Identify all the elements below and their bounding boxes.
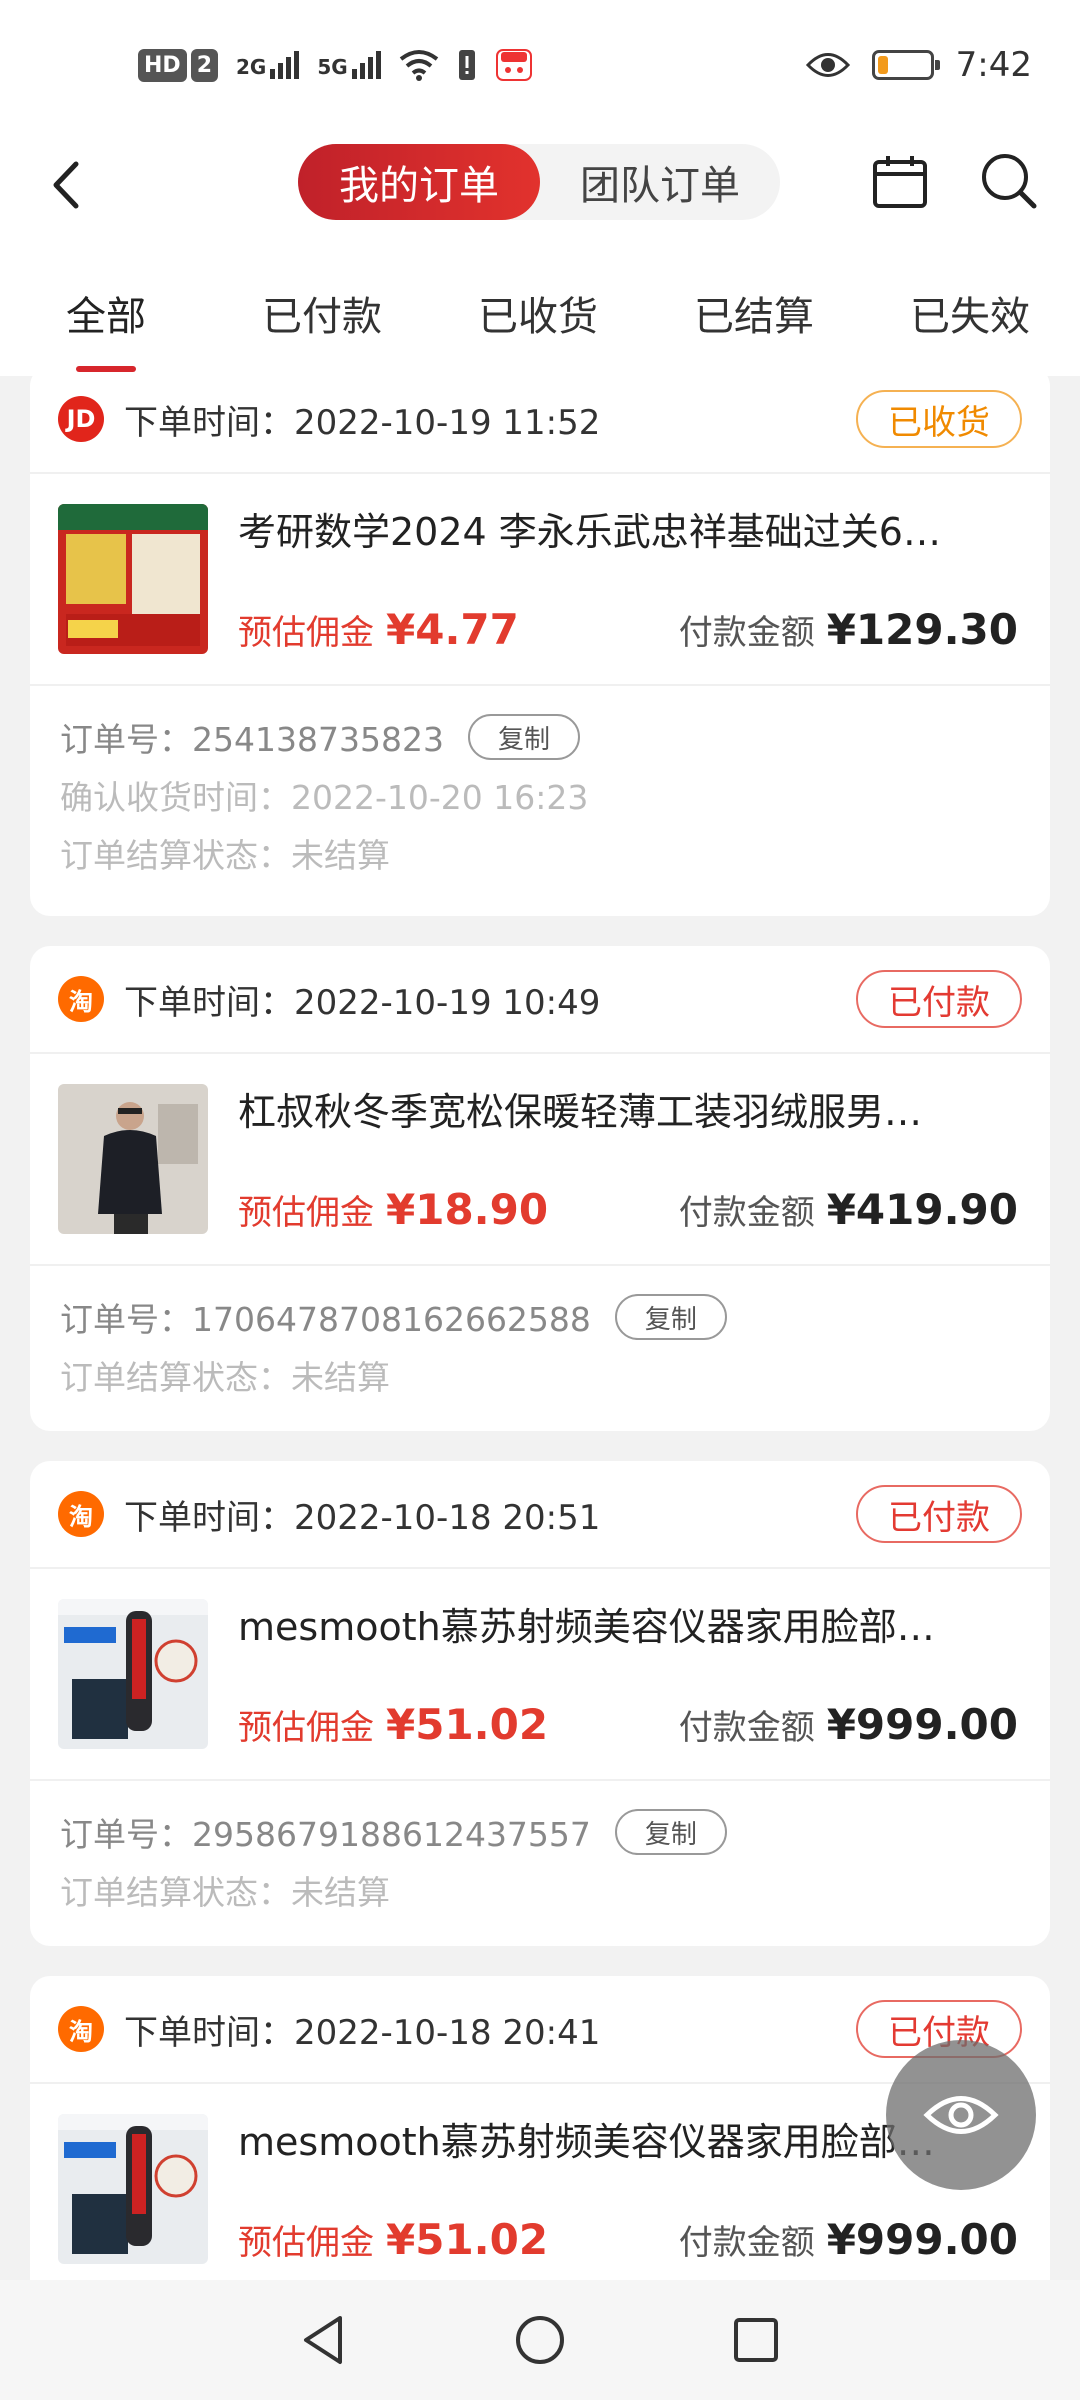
product-thumbnail [58, 1084, 208, 1234]
order-number: 订单号：254138735823 [60, 720, 444, 759]
signal-5g-icon: 5G [317, 51, 381, 79]
commission-label: 预估佣金 [238, 613, 374, 653]
order-meta: 订单号：1706478708162662588 复制 订单结算状态：未结算 [30, 1266, 1050, 1404]
taobao-logo-icon: 淘 [58, 2006, 104, 2052]
order-card[interactable]: JD 下单时间：2022-10-19 11:52 已收货 考研数学2024 李永… [30, 376, 1050, 916]
status-tabs: 全部 已付款 已收货 已结算 已失效 [0, 250, 1080, 376]
order-number-row: 订单号：1706478708162662588 复制 [60, 1288, 1020, 1346]
order-time: 下单时间：2022-10-18 20:41 [124, 2012, 601, 2053]
pay-label: 付款金额 [678, 1708, 815, 1748]
goods-row[interactable]: 考研数学2024 李永乐武忠祥基础过关6… 预估佣金 ¥4.77 付款金额 ¥1… [30, 474, 1050, 686]
copy-button[interactable]: 复制 [614, 1809, 727, 1855]
nav-back-icon[interactable] [296, 2312, 352, 2368]
pay-label: 付款金额 [678, 1193, 815, 1233]
hd-indicator: HD [138, 48, 187, 82]
status-bar: HD 2 2G 5G 7:42 [0, 0, 1080, 130]
pay-value: ¥999.00 [826, 2215, 1018, 2264]
product-title: 考研数学2024 李永乐武忠祥基础过关6… [238, 510, 941, 554]
order-number: 订单号：2958679188612437557 [60, 1815, 591, 1854]
tab-paid[interactable]: 已付款 [262, 284, 382, 342]
product-thumbnail [58, 1599, 208, 1749]
signal-2g-icon: 2G [236, 51, 300, 79]
taobao-logo-icon: 淘 [58, 976, 104, 1022]
receipt-time: 确认收货时间：2022-10-20 16:23 [60, 778, 589, 817]
active-tab-indicator [76, 366, 136, 372]
pay-value: ¥419.90 [826, 1185, 1018, 1234]
status-badge: 已付款 [856, 970, 1022, 1028]
status-badge: 已付款 [856, 1485, 1022, 1543]
commission-label: 预估佣金 [238, 1708, 374, 1748]
tab-paid-label: 已付款 [262, 294, 382, 340]
nav-recents-icon[interactable] [728, 2312, 784, 2368]
eye-comfort-icon [805, 53, 850, 77]
order-card-header: 淘 下单时间：2022-10-18 20:51 已付款 [30, 1461, 1050, 1569]
commission-value: ¥18.90 [386, 1185, 549, 1234]
pay-value: ¥129.30 [826, 605, 1018, 654]
wifi-icon [399, 50, 438, 81]
order-card-header: 淘 下单时间：2022-10-18 20:41 已付款 [30, 1976, 1050, 2084]
order-meta: 订单号：254138735823 复制 确认收货时间：2022-10-20 16… [30, 686, 1050, 882]
commission-label: 预估佣金 [238, 1193, 374, 1233]
net-type-2: 5G [317, 55, 348, 79]
commission-value: ¥51.02 [386, 1700, 549, 1749]
back-icon[interactable] [38, 150, 98, 220]
nav-home-icon[interactable] [512, 2312, 568, 2368]
status-badge: 已收货 [856, 390, 1022, 448]
tab-invalid[interactable]: 已失效 [910, 284, 1030, 342]
search-icon[interactable] [978, 150, 1038, 210]
commission-value: ¥4.77 [386, 605, 519, 654]
order-number-row: 订单号：2958679188612437557 复制 [60, 1803, 1020, 1861]
team-orders-tab[interactable]: 团队订单 [540, 153, 780, 211]
order-list[interactable]: JD 下单时间：2022-10-19 11:52 已收货 考研数学2024 李永… [0, 376, 1080, 2280]
floating-eye-button[interactable] [886, 2040, 1036, 2190]
settlement-status: 订单结算状态：未结算 [60, 1358, 390, 1397]
copy-button[interactable]: 复制 [614, 1294, 727, 1340]
order-card[interactable]: 淘 下单时间：2022-10-18 20:51 已付款 mesmooth慕苏射频… [30, 1461, 1050, 1946]
goods-row[interactable]: 杠叔秋冬季宽松保暖轻薄工装羽绒服男… 预估佣金 ¥18.90 付款金额 ¥419… [30, 1054, 1050, 1266]
order-card-header: JD 下单时间：2022-10-19 11:52 已收货 [30, 376, 1050, 474]
taobao-logo-icon: 淘 [58, 1491, 104, 1537]
tab-all-label: 全部 [66, 294, 146, 340]
pay-value: ¥999.00 [826, 1700, 1018, 1749]
product-title: mesmooth慕苏射频美容仪器家用脸部… [238, 1605, 935, 1649]
settlement-status: 订单结算状态：未结算 [60, 1873, 390, 1912]
product-thumbnail [58, 2114, 208, 2264]
tab-received-label: 已收货 [478, 294, 598, 340]
commission-label: 预估佣金 [238, 2223, 374, 2263]
product-thumbnail [58, 504, 208, 654]
order-number-row: 订单号：254138735823 复制 [60, 708, 1020, 766]
net-type-1: 2G [236, 55, 267, 79]
copy-button[interactable]: 复制 [467, 714, 580, 760]
tab-settled[interactable]: 已结算 [694, 284, 814, 342]
tab-received[interactable]: 已收货 [478, 284, 598, 342]
tab-invalid-label: 已失效 [910, 294, 1030, 340]
order-card[interactable]: 淘 下单时间：2022-10-19 10:49 已付款 杠叔秋冬季宽松保暖轻薄工… [30, 946, 1050, 1431]
settlement-status: 订单结算状态：未结算 [60, 836, 390, 875]
goods-row[interactable]: mesmooth慕苏射频美容仪器家用脸部… 预估佣金 ¥51.02 付款金额 ¥… [30, 1569, 1050, 1781]
calendar-icon[interactable] [870, 152, 930, 212]
order-scope-switch: 我的订单 团队订单 [298, 144, 780, 220]
order-card-header: 淘 下单时间：2022-10-19 10:49 已付款 [30, 946, 1050, 1054]
order-meta: 订单号：2958679188612437557 复制 订单结算状态：未结算 [30, 1781, 1050, 1919]
order-time: 下单时间：2022-10-18 20:51 [124, 1497, 601, 1538]
order-time: 下单时间：2022-10-19 11:52 [124, 402, 601, 443]
battery-icon [871, 50, 940, 80]
sim-indicator: 2 [190, 48, 218, 82]
tab-settled-label: 已结算 [694, 294, 814, 340]
system-nav-bar [0, 2280, 1080, 2400]
app-notification-icon [495, 49, 532, 81]
order-number: 订单号：1706478708162662588 [60, 1300, 591, 1339]
clock: 7:42 [955, 45, 1032, 85]
header: 我的订单 团队订单 [0, 130, 1080, 250]
my-orders-tab[interactable]: 我的订单 [298, 144, 540, 220]
commission-value: ¥51.02 [386, 2215, 549, 2264]
order-time: 下单时间：2022-10-19 10:49 [124, 982, 601, 1023]
pay-label: 付款金额 [678, 613, 815, 653]
pay-label: 付款金额 [678, 2223, 815, 2263]
tab-all[interactable]: 全部 [66, 284, 146, 372]
eye-icon [923, 2096, 999, 2134]
alert-icon [458, 50, 475, 80]
product-title: 杠叔秋冬季宽松保暖轻薄工装羽绒服男… [238, 1090, 923, 1134]
jd-logo-icon: JD [58, 396, 104, 442]
